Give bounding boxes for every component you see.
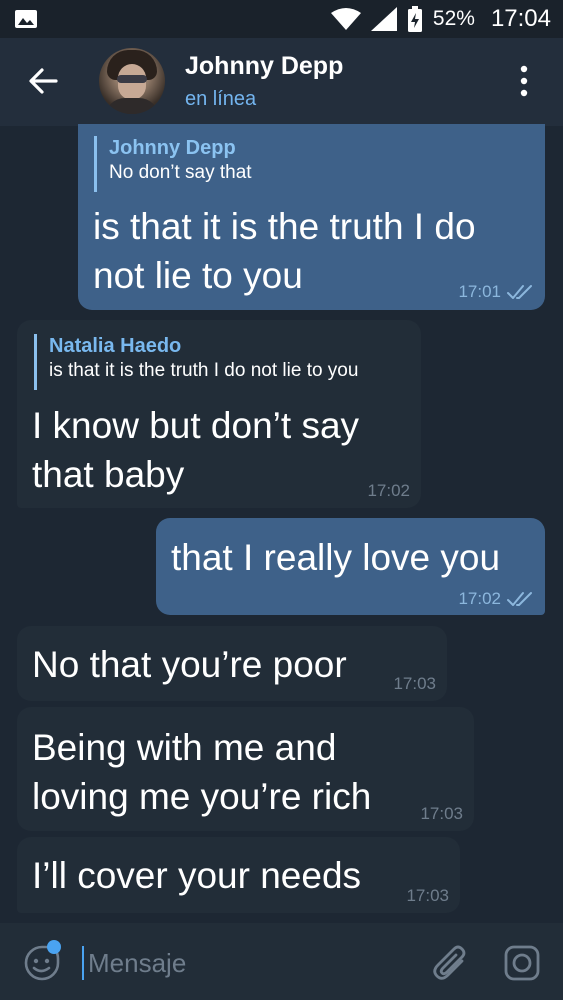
signal-icon [370, 7, 397, 31]
clock: 17:04 [490, 5, 551, 32]
reply-preview[interactable]: Natalia Haedo is that it is the truth I … [34, 334, 358, 390]
chat-header: Johnny Depp en línea [0, 38, 563, 126]
message-text: Being with me and loving me you’re rich [32, 723, 371, 821]
message-composer [0, 923, 563, 1000]
notification-dot [47, 940, 61, 954]
more-vertical-icon[interactable] [514, 64, 534, 98]
message-meta: 17:03 [420, 804, 463, 824]
contact-name[interactable]: Johnny Depp [185, 52, 343, 81]
reply-text: is that it is the truth I do not lie to … [49, 360, 359, 381]
back-arrow-icon[interactable] [26, 64, 60, 98]
message-time: 17:03 [393, 674, 436, 693]
status-bar: 52% 17:04 [0, 0, 563, 38]
wifi-icon [330, 8, 361, 30]
reply-preview[interactable]: Johnny Depp No don’t say that [94, 136, 252, 192]
message-text: I’ll cover your needs [32, 851, 361, 900]
message-line: is that it is the truth I do [93, 206, 476, 247]
message-input[interactable] [86, 942, 410, 984]
camera-icon[interactable] [503, 944, 541, 982]
message-bubble-outgoing[interactable]: that I really love you 17:02 [156, 518, 545, 615]
message-line: not lie to you [93, 255, 303, 296]
message-meta: 17:02 [367, 481, 410, 501]
double-check-icon [507, 592, 532, 606]
message-bubble-incoming[interactable]: Being with me and loving me you’re rich … [17, 707, 474, 831]
contact-status: en línea [185, 88, 257, 110]
message-line: that I really love you [171, 537, 501, 578]
avatar[interactable] [99, 48, 165, 114]
message-meta: 17:03 [406, 886, 449, 906]
reply-author: Natalia Haedo [49, 335, 182, 357]
message-text: No that you’re poor [32, 640, 347, 689]
message-meta: 17:03 [393, 674, 436, 694]
image-icon [15, 10, 37, 28]
message-bubble-incoming[interactable]: Natalia Haedo is that it is the truth I … [17, 320, 421, 508]
message-time: 17:01 [458, 282, 501, 301]
message-line: loving me you’re rich [32, 776, 372, 817]
message-meta: 17:01 [458, 282, 533, 302]
reply-author: Johnny Depp [109, 137, 236, 159]
message-text: that I really love you [171, 533, 500, 582]
message-line: that baby [32, 454, 185, 495]
message-text: is that it is the truth I do not lie to … [93, 202, 476, 300]
message-text: I know but don’t say that baby [32, 401, 359, 499]
battery-percent: 52% [432, 7, 475, 30]
text-caret [82, 946, 84, 980]
message-bubble-outgoing[interactable]: Johnny Depp No don’t say that is that it… [78, 124, 545, 310]
message-bubble-incoming[interactable]: No that you’re poor 17:03 [17, 626, 447, 701]
message-time: 17:03 [406, 886, 449, 905]
message-line: No that you’re poor [32, 644, 347, 685]
message-bubble-incoming[interactable]: I’ll cover your needs 17:03 [17, 837, 460, 913]
message-line: Being with me and [32, 727, 337, 768]
message-meta: 17:02 [458, 589, 533, 609]
message-line: I know but don’t say [32, 405, 360, 446]
reply-text: No don’t say that [109, 162, 252, 183]
double-check-icon [507, 285, 532, 299]
message-line: I’ll cover your needs [32, 855, 362, 896]
message-time: 17:02 [458, 589, 501, 608]
battery-icon [407, 6, 422, 32]
message-time: 17:03 [420, 804, 463, 823]
attach-icon[interactable] [432, 943, 470, 983]
message-time: 17:02 [367, 481, 410, 500]
